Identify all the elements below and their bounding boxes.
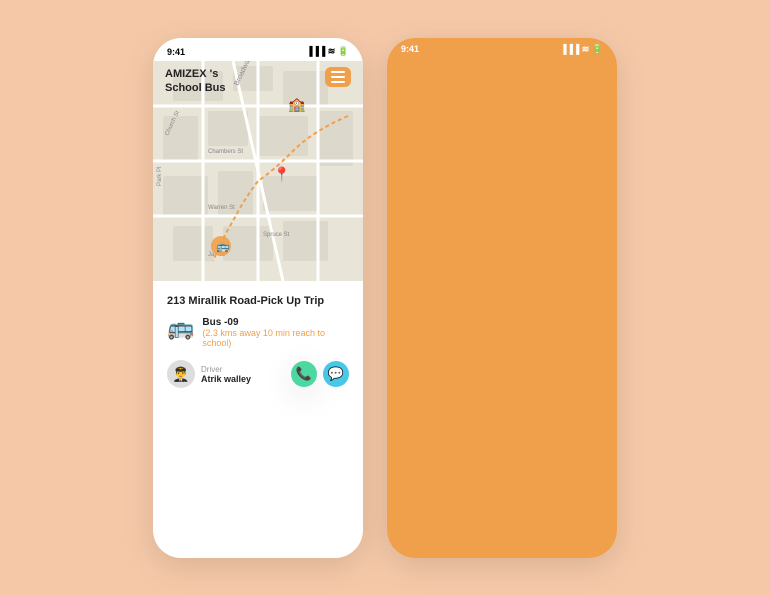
svg-text:📍: 📍 — [273, 166, 290, 183]
bus-info: 🚌 Bus -09 (2.3 kms away 10 min reach to … — [167, 317, 349, 348]
status-bar-left: 9:41 ▐▐▐ ≋ 🔋 — [153, 38, 363, 61]
bus-sub: (2.3 kms away 10 min reach to school) — [202, 328, 349, 348]
svg-text:🚌: 🚌 — [216, 241, 230, 253]
menu-button-left[interactable] — [325, 67, 351, 87]
svg-text:Park Pl: Park Pl — [157, 167, 163, 186]
svg-text:Spruce St: Spruce St — [263, 232, 290, 238]
bus-icon: 🚌 — [167, 317, 194, 339]
map-area[interactable]: Broadway Church St Chambers St Warren St… — [153, 61, 363, 281]
right-phone: 9:41 ▐▐▐ ≋ 🔋 AMIZEX 's School Bus 👦 — [387, 38, 617, 558]
chat-button[interactable]: 💬 — [323, 361, 349, 387]
status-bar-right: 9:41 ▐▐▐ ≋ 🔋 — [387, 38, 617, 558]
trip-title: 213 Mirallik Road-Pick Up Trip — [167, 295, 349, 307]
call-button[interactable]: 📞 — [291, 361, 317, 387]
driver-row: 👨‍✈️ Driver Atrik walley 📞 💬 — [167, 360, 349, 388]
left-bottom-info: 213 Mirallik Road-Pick Up Trip 🚌 Bus -09… — [153, 281, 363, 398]
signal-icons-right: ▐▐▐ ≋ 🔋 — [560, 44, 603, 552]
main-container: 9:41 ▐▐▐ ≋ 🔋 — [133, 18, 637, 578]
svg-text:Warren St: Warren St — [208, 205, 235, 211]
time-right: 9:41 — [401, 44, 419, 552]
svg-text:Chambers St: Chambers St — [208, 149, 243, 155]
driver-avatar: 👨‍✈️ — [167, 360, 195, 388]
bus-id: Bus -09 — [202, 317, 349, 328]
driver-name: Atrik walley — [201, 374, 251, 384]
left-app-title: AMIZEX 's School Bus — [165, 67, 226, 96]
signal-icons-left: ▐▐▐ ≋ 🔋 — [306, 46, 349, 57]
left-app-header: AMIZEX 's School Bus — [153, 61, 363, 102]
left-phone: 9:41 ▐▐▐ ≋ 🔋 — [153, 38, 363, 558]
driver-label: Driver — [201, 365, 251, 374]
time-left: 9:41 — [167, 47, 185, 57]
action-icons: 📞 💬 — [291, 361, 349, 387]
